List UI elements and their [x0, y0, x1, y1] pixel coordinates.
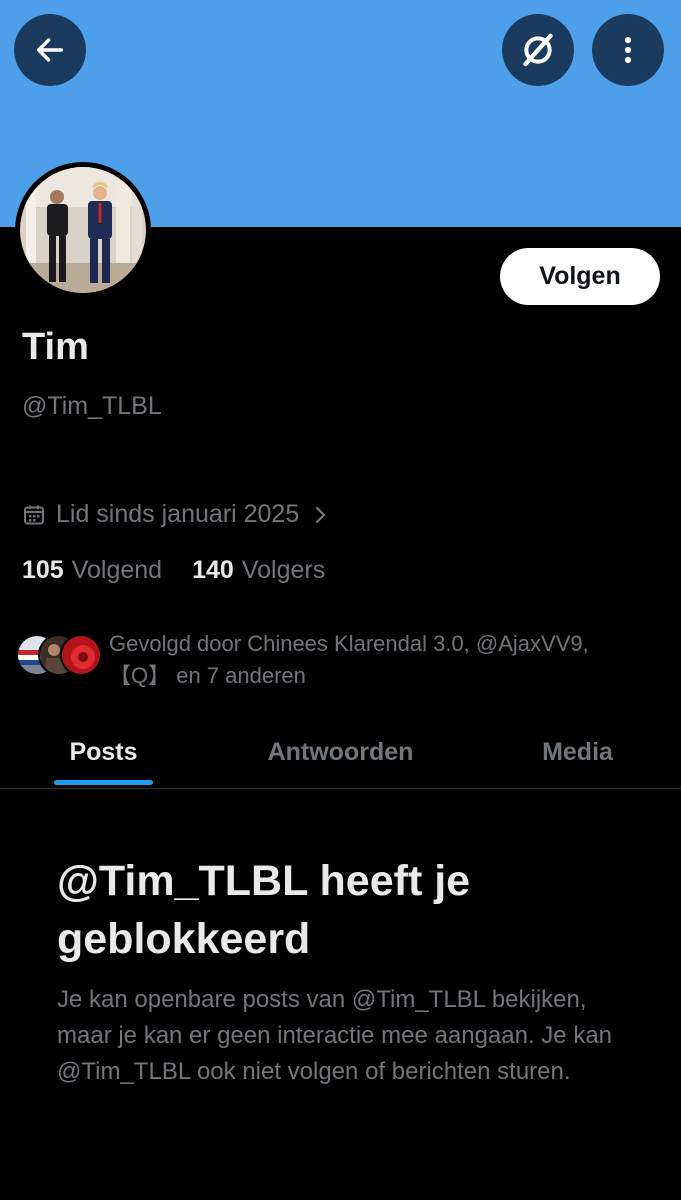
- grok-button[interactable]: [502, 14, 574, 86]
- joined-date-row[interactable]: Lid sinds januari 2025: [22, 500, 329, 529]
- follow-button[interactable]: Volgen: [500, 248, 660, 305]
- profile-tabs: Posts Antwoorden Media: [0, 715, 681, 789]
- followed-by-text: Gevolgd door Chinees Klarendal 3.0, @Aja…: [109, 628, 649, 692]
- followers-count: 140: [192, 556, 234, 584]
- chevron-right-icon: [316, 506, 326, 523]
- grok-icon: [523, 33, 553, 67]
- following-count: 105: [22, 556, 64, 584]
- follower-avatars: [16, 634, 102, 678]
- tab-replies[interactable]: Antwoorden: [207, 715, 474, 789]
- followers-label: Volgers: [241, 556, 326, 584]
- tab-posts-label: Posts: [69, 737, 138, 766]
- tab-posts[interactable]: Posts: [0, 715, 207, 789]
- avatar-photo: [20, 167, 146, 293]
- tab-media[interactable]: Media: [474, 715, 681, 789]
- more-vertical-icon: [624, 36, 632, 64]
- display-name: Tim: [22, 326, 89, 368]
- more-options-button[interactable]: [592, 14, 664, 86]
- blocked-description: Je kan openbare posts van @Tim_TLBL beki…: [57, 986, 613, 1085]
- blocked-title: @Tim_TLBL heeft je geblokkeerd: [57, 857, 471, 963]
- followed-by-line-1: Gevolgd door Chinees Klarendal 3.0, @Aja…: [109, 631, 589, 656]
- arrow-left-icon: [36, 38, 64, 62]
- calendar-icon: [24, 505, 44, 524]
- following-label: Volgend: [71, 556, 163, 584]
- active-tab-indicator: [54, 780, 153, 785]
- tab-media-label: Media: [542, 737, 613, 766]
- follow-stats: 105 Volgend 140 Volgers: [22, 556, 325, 585]
- profile-avatar[interactable]: [15, 162, 151, 298]
- user-handle: @Tim_TLBL: [22, 392, 162, 420]
- followers-stat[interactable]: 140 Volgers: [192, 556, 325, 585]
- tab-replies-label: Antwoorden: [267, 737, 414, 766]
- follower-avatar: [60, 634, 102, 676]
- followed-by-line-2: 【Q】 en 7 anderen: [109, 663, 306, 688]
- back-button[interactable]: [14, 14, 86, 86]
- joined-date-text: Lid sinds januari 2025: [56, 500, 300, 528]
- following-stat[interactable]: 105 Volgend: [22, 556, 162, 585]
